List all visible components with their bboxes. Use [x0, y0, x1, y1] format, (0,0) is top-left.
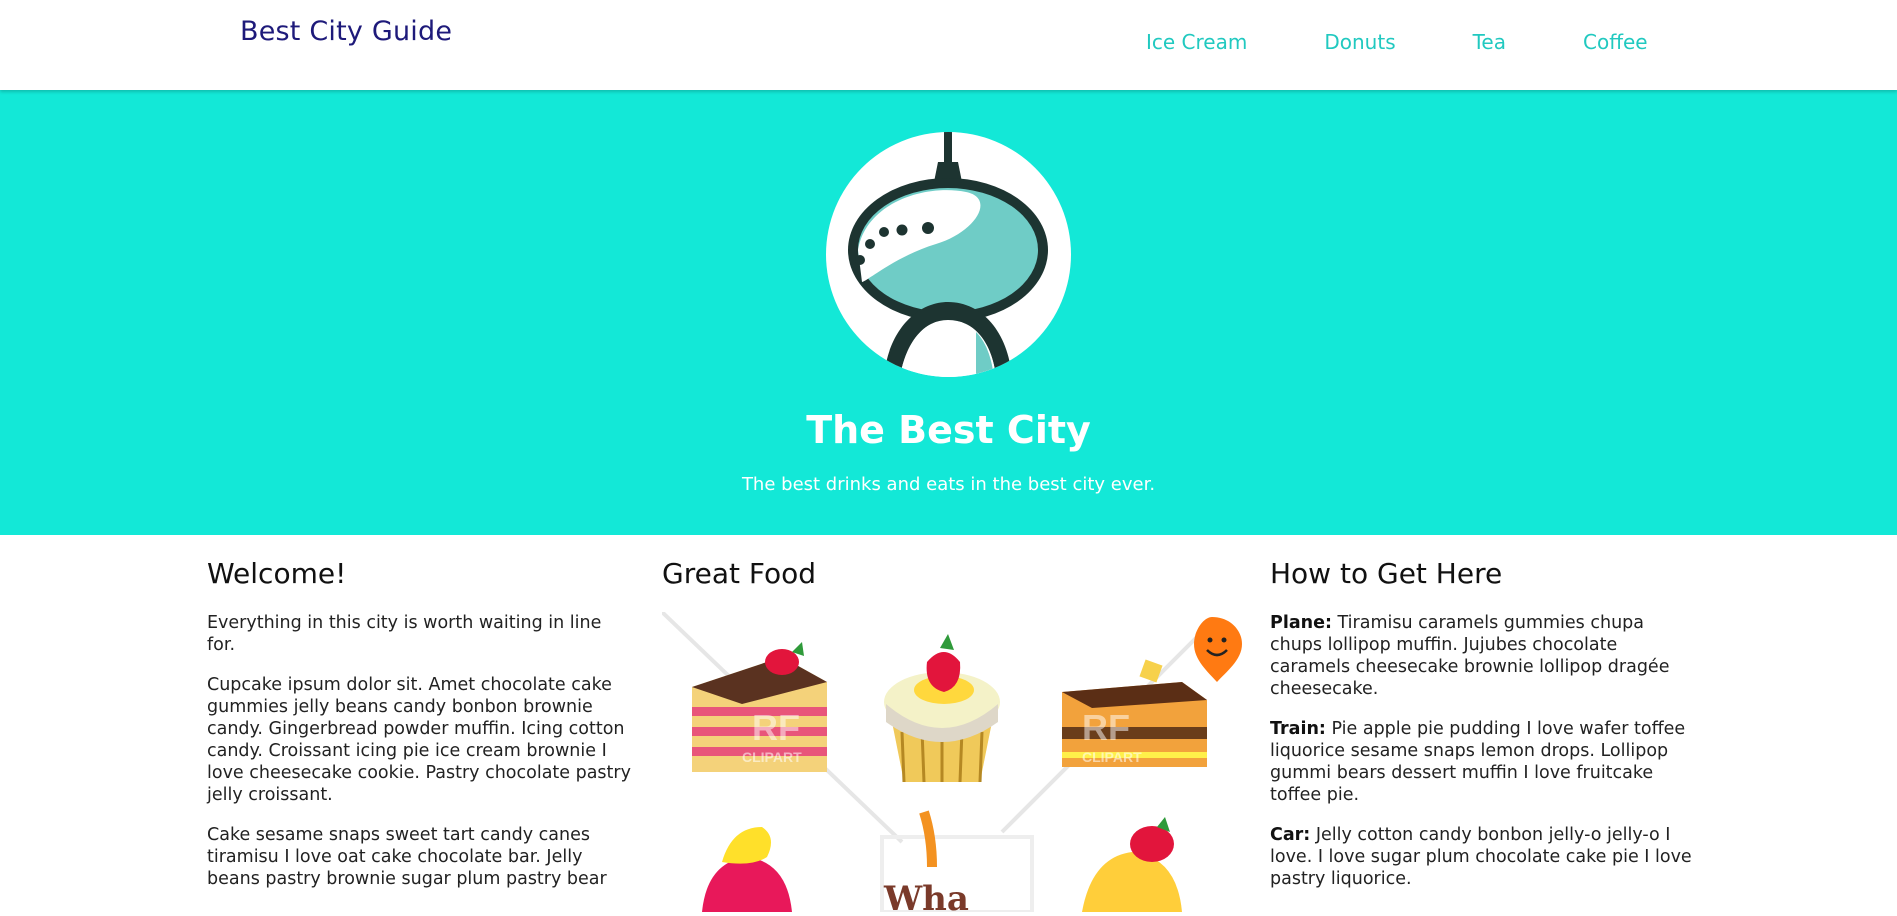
watermark-text-1: RF	[752, 707, 800, 748]
nav-link-coffee[interactable]: Coffee	[1583, 30, 1648, 54]
watermark-text-2: CLIPART	[742, 749, 802, 765]
brand-logo-text[interactable]: Best City Guide	[240, 16, 452, 47]
directions-plane: Plane: Tiramisu caramels gummies chupa c…	[1270, 612, 1695, 700]
nav-link-tea[interactable]: Tea	[1473, 30, 1506, 54]
directions-train: Train: Pie apple pie pudding I love wafe…	[1270, 718, 1695, 806]
welcome-paragraph-2: Cupcake ipsum dolor sit. Amet chocolate …	[207, 675, 631, 805]
great-food-heading: Great Food	[662, 557, 816, 590]
map-pin-icon	[1194, 617, 1242, 682]
hero-subtitle: The best drinks and eats in the best cit…	[741, 474, 1156, 495]
nav-link-donuts[interactable]: Donuts	[1324, 30, 1395, 54]
desserts-image: Wha RF CLIPART RF CLIPART	[660, 610, 1242, 916]
car-text: Jelly cotton candy bonbon jelly-o jelly-…	[1270, 825, 1692, 889]
directions-car: Car: Jelly cotton candy bonbon jelly-o j…	[1270, 824, 1695, 890]
train-label: Train:	[1270, 719, 1326, 739]
dessert-icon-right	[1082, 817, 1182, 912]
site-header: Best City Guide Ice Cream Donuts Tea Cof…	[0, 0, 1897, 90]
desserts-illustration: Wha RF CLIPART RF CLIPART	[660, 610, 1242, 916]
welcome-section: Welcome! Everything in this city is wort…	[207, 557, 632, 908]
main-nav: Ice Cream Donuts Tea Coffee	[1146, 30, 1648, 54]
cupcake-icon	[884, 634, 1000, 783]
welcome-paragraph-3: Cake sesame snaps sweet tart candy canes…	[207, 825, 607, 889]
watermark-text-4: CLIPART	[1082, 749, 1142, 765]
swirl-dessert-icon-left	[702, 827, 792, 912]
city-tower-logo	[826, 132, 1071, 377]
watermark-text-3: RF	[1082, 707, 1130, 748]
dessert-caption-text: Wha	[883, 879, 969, 912]
hero-title: The Best City	[806, 408, 1091, 452]
nav-link-ice-cream[interactable]: Ice Cream	[1146, 30, 1247, 54]
great-food-section: Great Food Wha RF CLIPART RF CLIPART	[660, 557, 1242, 916]
train-text: Pie apple pie pudding I love wafer toffe…	[1270, 719, 1686, 805]
tower-icon	[848, 132, 1048, 377]
directions-section: How to Get Here Plane: Tiramisu caramels…	[1270, 557, 1695, 908]
plane-label: Plane:	[1270, 613, 1332, 633]
welcome-paragraph-1: Everything in this city is worth waiting…	[207, 613, 602, 655]
hero-banner: The Best City The best drinks and eats i…	[0, 90, 1897, 535]
car-label: Car:	[1270, 825, 1311, 845]
welcome-heading: Welcome!	[207, 557, 347, 590]
directions-heading: How to Get Here	[1270, 557, 1503, 590]
